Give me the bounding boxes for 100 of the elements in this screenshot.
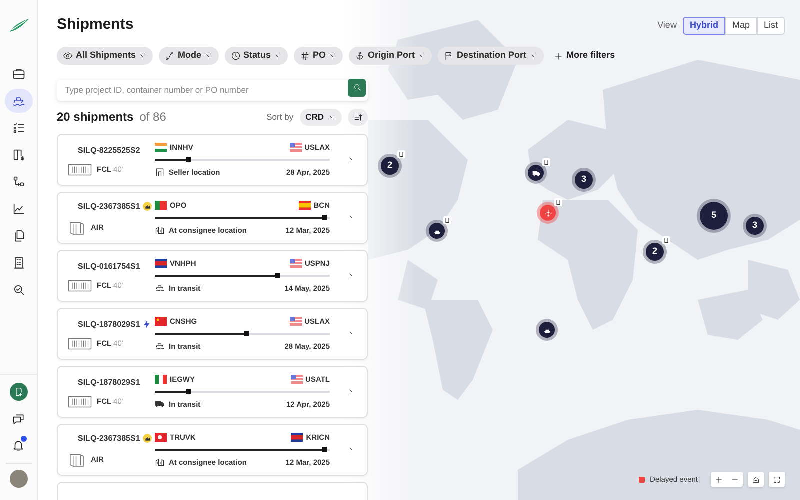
- chevron-down-icon: [328, 113, 336, 121]
- chevron-down-icon: [274, 52, 282, 60]
- anchor-icon: [355, 51, 366, 61]
- flag-icon: [155, 317, 167, 326]
- flag-icon: [290, 143, 302, 152]
- filter-chip[interactable]: Status: [224, 47, 288, 65]
- map-marker[interactable]: [429, 223, 445, 239]
- document-icon: [397, 150, 406, 159]
- building-icon: [12, 256, 26, 270]
- filter-chip[interactable]: All Shipments: [57, 47, 154, 65]
- shipment-id: SILQ-1878029S1: [78, 318, 140, 330]
- flag-icon: [155, 433, 167, 442]
- progress-thumb: [322, 214, 328, 220]
- route-icon: [165, 51, 176, 61]
- sort-dropdown[interactable]: CRD: [300, 108, 342, 126]
- avatar[interactable]: [10, 470, 28, 488]
- checklist-icon: [12, 121, 26, 135]
- home-icon: [752, 476, 760, 484]
- document-icon: [542, 158, 551, 167]
- progress-thumb: [322, 446, 328, 452]
- filter-chip[interactable]: Mode: [159, 47, 219, 65]
- progress-thumb: [186, 156, 191, 162]
- page-title: Shipments: [57, 15, 134, 35]
- flag-icon: [155, 143, 167, 152]
- plus-icon: [715, 476, 723, 484]
- flag-icon: [290, 259, 302, 268]
- chevron-down-icon: [418, 52, 426, 60]
- chevron-down-icon: [530, 52, 538, 60]
- view-toggle[interactable]: Hybrid: [682, 17, 726, 35]
- chat-icon: [12, 412, 25, 426]
- flag-icon: [444, 51, 454, 61]
- lightning-icon: [143, 320, 152, 329]
- shipment-id: SILQ-0161754S1: [78, 260, 140, 272]
- warehouse-icon: [155, 225, 165, 236]
- document-icon: [554, 198, 563, 207]
- fullscreen-button[interactable]: [769, 472, 785, 487]
- chevron-down-icon: [329, 52, 338, 60]
- shipment-id: SILQ-2367385S1: [78, 432, 140, 444]
- clock-icon: [230, 51, 241, 61]
- container-icon: [68, 338, 92, 350]
- chevron-right-icon: [347, 388, 355, 396]
- chevron-right-icon: [347, 214, 355, 222]
- filter-chip[interactable]: Destination Port: [438, 47, 544, 65]
- document-icon: [662, 236, 671, 245]
- flag-icon: [155, 259, 167, 268]
- shipment-id: SILQ-1878029S1: [78, 376, 140, 388]
- hash-icon: [300, 51, 310, 61]
- plane-icon: [544, 208, 552, 218]
- flag-icon: [298, 201, 311, 210]
- view-toggle[interactable]: Map: [725, 17, 757, 35]
- eye-icon: [63, 51, 73, 61]
- container-icon: [68, 280, 92, 292]
- container-icon: [68, 396, 92, 408]
- flag-icon: [155, 201, 167, 210]
- flag-icon: [290, 375, 303, 384]
- shipment-id: SILQ-2367385S1: [78, 200, 140, 212]
- new-document-button[interactable]: [10, 383, 28, 401]
- search-icon: [352, 83, 362, 92]
- map-marker[interactable]: [528, 165, 544, 181]
- map-cluster[interactable]: 2: [646, 243, 664, 261]
- sidebar-item[interactable]: [4, 89, 32, 113]
- truck-icon: [532, 168, 540, 178]
- document-icon: [443, 216, 452, 225]
- plus-icon: [554, 52, 563, 60]
- sort-icon: [354, 112, 362, 122]
- total-count: of 86: [140, 109, 166, 126]
- fullscreen-icon: [773, 476, 781, 484]
- sort-order-button[interactable]: [348, 108, 368, 126]
- flag-icon: [290, 317, 302, 326]
- chart-icon: [12, 202, 26, 216]
- shipment-id: SILQ-8225525S2: [78, 144, 140, 156]
- ship-icon: [155, 341, 165, 352]
- truck-icon: [155, 399, 165, 410]
- chevron-right-icon: [347, 330, 355, 338]
- workflow-icon: [12, 175, 26, 189]
- search-field[interactable]: Type project ID, container number or PO number: [57, 80, 368, 100]
- search-button[interactable]: [348, 78, 366, 96]
- briefcase-icon: [12, 67, 26, 81]
- map-marker[interactable]: [539, 322, 555, 338]
- chevron-right-icon: [347, 446, 355, 454]
- more-filters-button[interactable]: More filters: [550, 47, 620, 65]
- bell-icon: [12, 438, 25, 452]
- search-icon: [12, 283, 26, 297]
- view-toggle[interactable]: List: [756, 17, 785, 35]
- flag-icon: [291, 433, 304, 442]
- invoice-icon: [12, 148, 26, 162]
- box-icon: [68, 220, 86, 236]
- warehouse-icon: [155, 457, 165, 468]
- home-button[interactable]: [748, 472, 764, 487]
- container-icon: [68, 164, 92, 176]
- progress-thumb: [275, 272, 280, 278]
- progress-thumb: [244, 330, 248, 336]
- ship-icon: [155, 283, 165, 294]
- sort-label: Sort by: [266, 110, 294, 124]
- filter-chip[interactable]: Origin Port: [349, 47, 432, 65]
- chevron-down-icon: [139, 52, 148, 60]
- shipment-count: 20 shipments: [57, 109, 134, 126]
- storefront-icon: [155, 167, 165, 178]
- box-icon: [68, 452, 86, 468]
- filter-chip[interactable]: PO: [294, 47, 344, 65]
